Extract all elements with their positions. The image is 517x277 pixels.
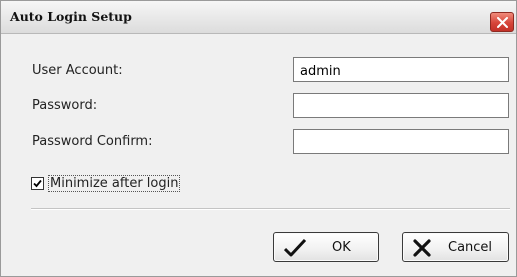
divider bbox=[31, 208, 510, 210]
minimize-label[interactable]: Minimize after login bbox=[48, 175, 181, 192]
ok-label: OK bbox=[332, 240, 351, 255]
user-account-input[interactable] bbox=[293, 57, 509, 82]
close-button[interactable] bbox=[490, 12, 514, 32]
x-icon bbox=[413, 239, 431, 257]
title-bar[interactable]: Auto Login Setup bbox=[1, 1, 516, 34]
checkmark-icon bbox=[284, 239, 306, 257]
ok-button[interactable]: OK bbox=[273, 232, 379, 262]
cancel-button[interactable]: Cancel bbox=[402, 232, 509, 262]
cancel-label: Cancel bbox=[448, 240, 493, 255]
password-confirm-input[interactable] bbox=[293, 129, 509, 154]
password-confirm-label: Password Confirm: bbox=[32, 134, 153, 149]
checkmark-icon bbox=[33, 179, 42, 188]
password-label: Password: bbox=[32, 98, 98, 113]
user-account-label: User Account: bbox=[32, 63, 123, 78]
password-input[interactable] bbox=[293, 93, 509, 118]
minimize-checkbox[interactable] bbox=[31, 177, 44, 190]
close-icon bbox=[497, 17, 508, 28]
dialog-title: Auto Login Setup bbox=[10, 9, 132, 24]
auto-login-setup-dialog: Auto Login Setup User Account: Password:… bbox=[0, 0, 517, 277]
